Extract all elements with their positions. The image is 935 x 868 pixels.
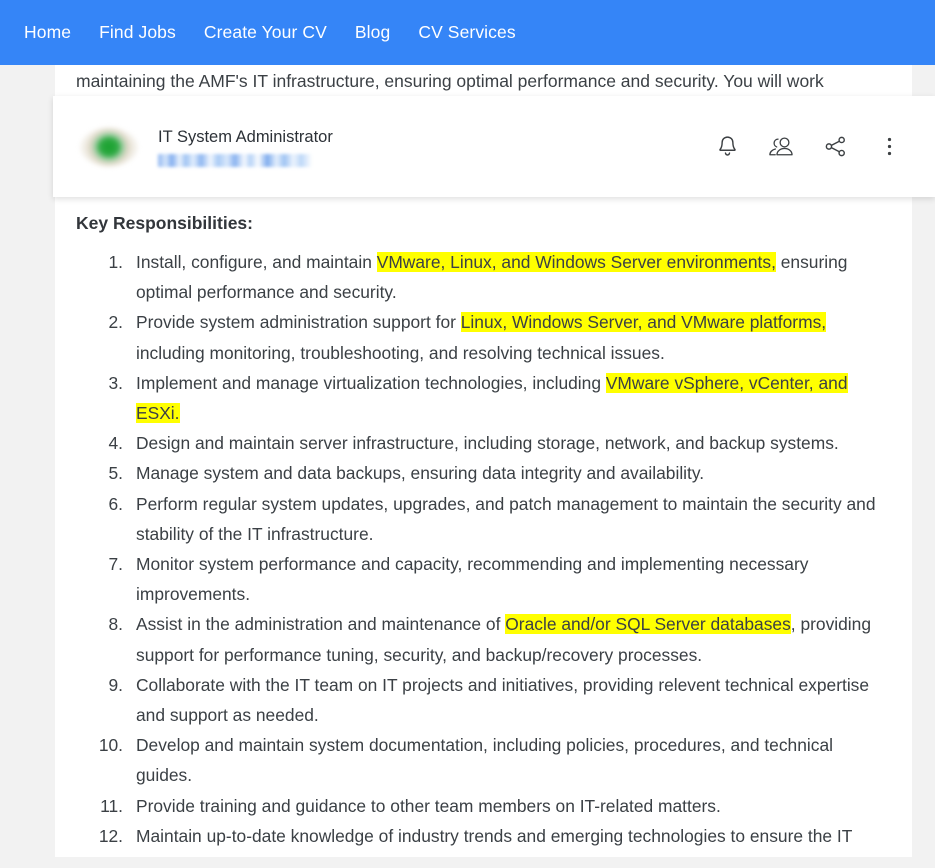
responsibility-text: Install, configure, and maintain [136,252,377,272]
nav-item-find-jobs[interactable]: Find Jobs [85,16,190,49]
responsibility-number: 9. [108,674,123,695]
key-responsibilities-heading: Key Responsibilities: [76,213,253,233]
responsibility-number: 1. [108,252,123,272]
share-icon[interactable] [821,132,849,162]
company-logo [78,115,140,178]
job-actions [713,132,909,162]
left-gutter [0,60,55,857]
responsibility-text: Provide system administration support fo… [136,312,461,333]
company-name-redacted[interactable] [158,153,312,167]
responsibility-number: 10. [98,735,123,756]
nav-item-home[interactable]: Home [10,16,85,49]
nav-item-cv-services[interactable]: CV Services [404,16,529,49]
company-logo-blurred-icon [80,126,138,167]
responsibility-number: 12. [98,825,123,846]
responsibility-item: 7. Monitor system performance and capacit… [76,549,892,609]
responsibility-text: Collaborate with the IT team on IT proje… [136,674,870,726]
job-header-card: IT System Administrator [53,96,935,197]
responsibility-text: Develop and maintain system documentatio… [136,735,833,786]
responsibility-item: 3. Implement and manage virtualization te… [76,368,892,428]
responsibility-text: Implement and manage virtualization tech… [136,372,606,393]
responsibility-text: Assist in the administration and mainten… [136,614,506,635]
page-root: maintaining the AMF's IT infrastructure,… [0,0,935,868]
nav-list: Home Find Jobs Create Your CV Blog CV Se… [0,0,935,65]
highlighted-text: Oracle and/or SQL Server databases [505,614,791,635]
responsibility-text: Perform regular system updates, upgrades… [136,493,876,544]
highlighted-text: Linux, Windows Server, and VMware platfo… [460,312,827,333]
responsibility-number: 2. [108,312,123,333]
responsibility-number: 6. [108,493,123,514]
responsibility-item: 6. Perform regular system updates, upgrad… [76,489,892,549]
job-meta: IT System Administrator [158,127,713,167]
job-title: IT System Administrator [158,127,333,146]
responsibility-item: 8. Assist in the administration and maint… [76,609,892,669]
main-navbar: Home Find Jobs Create Your CV Blog CV Se… [0,0,935,65]
responsibility-text: Maintain up-to-date knowledge of industr… [136,825,853,857]
responsibility-number: 7. [108,554,123,575]
responsibility-number: 3. [108,372,123,393]
responsibility-text: Monitor system performance and capacity,… [136,554,809,605]
nav-item-create-your-cv[interactable]: Create Your CV [190,16,341,49]
responsibility-number: 4. [108,433,123,454]
responsibility-item: 12. Maintain up-to-date knowledge of indu… [76,821,892,857]
responsibility-item: 11. Provide training and guidance to othe… [76,791,892,821]
responsibility-item: 2. Provide system administration support … [76,307,892,367]
responsibility-text: Design and maintain server infrastructur… [136,433,839,454]
clipped-intro-paragraph: maintaining the AMF's IT infrastructure,… [76,71,824,91]
responsibility-text: Manage system and data backups, ensuring… [136,463,705,484]
more-options-icon[interactable] [875,132,903,162]
job-description-body: Key Responsibilities: 1. Install, configu… [55,197,912,857]
responsibility-number: 11. [100,795,123,816]
responsibilities-list: 1. Install, configure, and maintain VMwar… [76,247,892,857]
responsibility-item: 1. Install, configure, and maintain VMwar… [76,247,892,307]
responsibility-number: 5. [108,463,123,484]
responsibility-item: 4. Design and maintain server infrastruct… [76,428,892,458]
responsibility-text: including monitoring, troubleshooting, a… [136,342,665,363]
notification-bell-icon[interactable] [713,132,741,162]
follow-company-icon[interactable] [767,132,795,162]
nav-item-blog[interactable]: Blog [341,16,404,49]
responsibility-text: Provide training and guidance to other t… [136,795,721,816]
responsibility-number: 8. [108,614,123,635]
responsibility-item: 9. Collaborate with the IT team on IT pro… [76,670,892,730]
responsibility-item: 10. Develop and maintain system documenta… [76,730,892,790]
highlighted-text: VMware, Linux, and Windows Server enviro… [376,252,776,272]
bottom-gutter [0,857,935,868]
responsibility-item: 5. Manage system and data backups, ensuri… [76,458,892,488]
